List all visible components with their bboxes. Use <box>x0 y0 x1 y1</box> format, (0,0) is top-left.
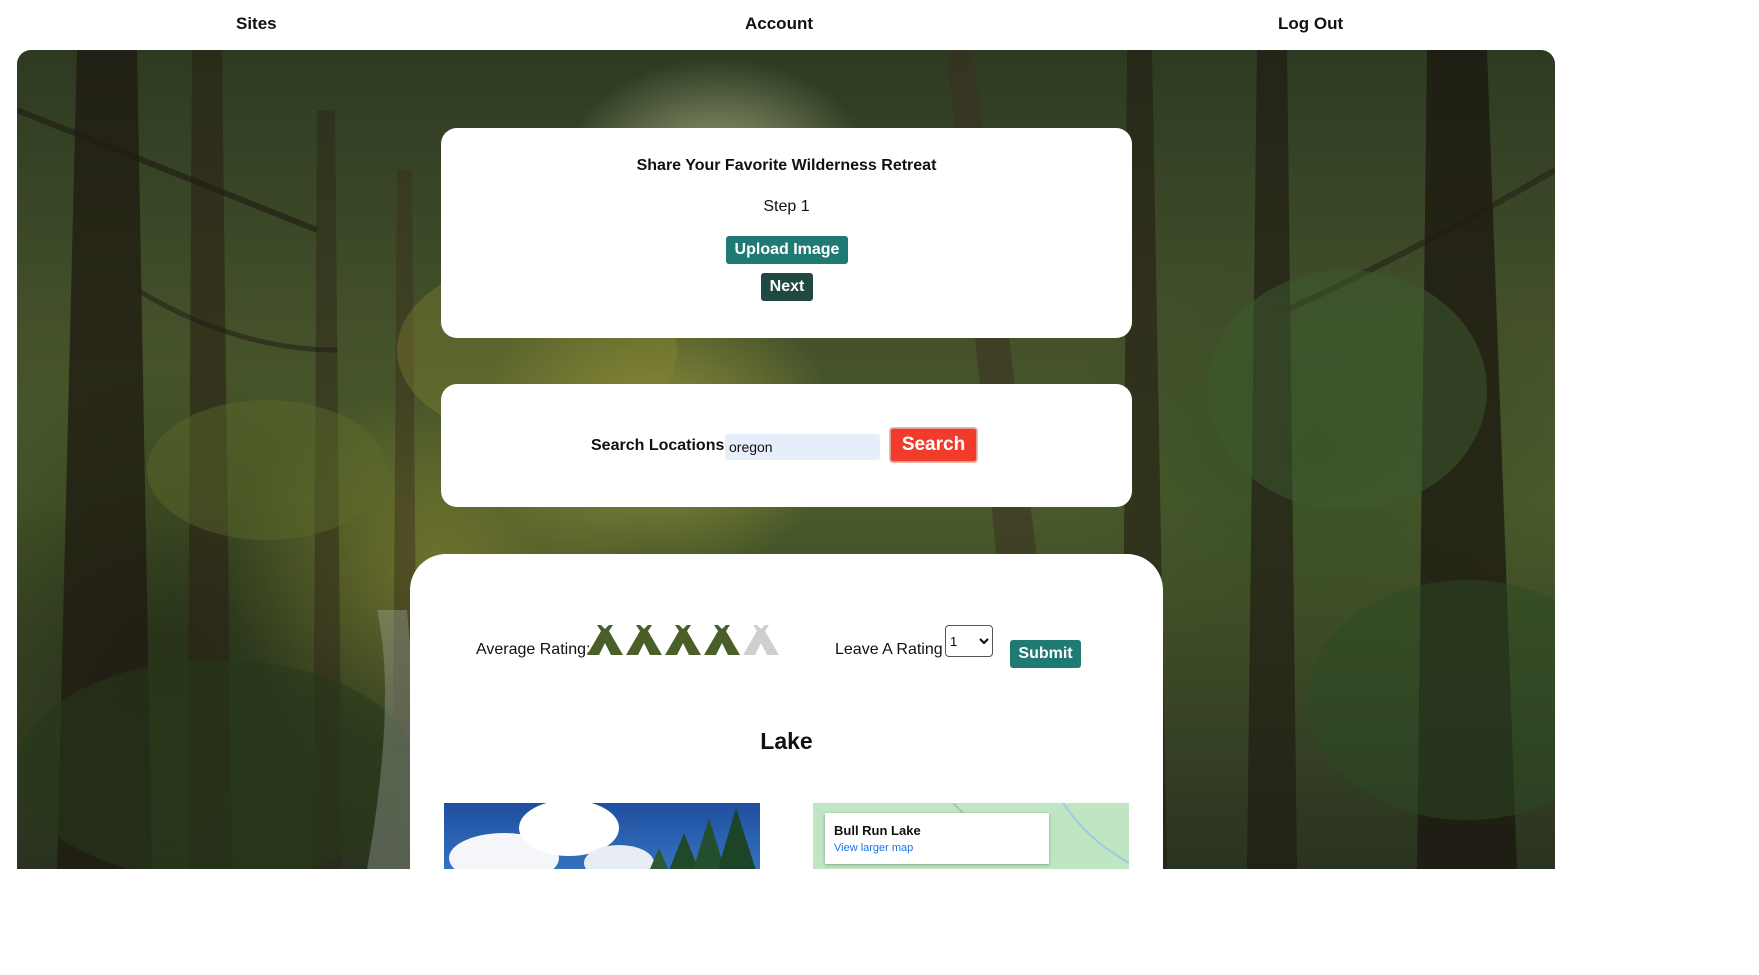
share-card-title: Share Your Favorite Wilderness Retreat <box>636 157 937 174</box>
map-info-box: Bull Run Lake View larger map <box>825 813 1049 864</box>
step-label: Step 1 <box>763 198 810 215</box>
tent-icon <box>704 625 740 655</box>
nav-logout-link[interactable]: Log Out <box>1278 14 1343 34</box>
site-detail-card: Average Rating: Leave A Rating 1 Submit … <box>410 554 1163 884</box>
leave-rating-label: Leave A Rating <box>835 641 943 658</box>
tent-icon <box>587 625 623 655</box>
nav-account-link[interactable]: Account <box>745 14 813 34</box>
search-input[interactable] <box>725 434 880 460</box>
search-card: Search Locations Search <box>441 384 1132 507</box>
share-retreat-card: Share Your Favorite Wilderness Retreat S… <box>441 128 1132 338</box>
nav-sites-link[interactable]: Sites <box>236 14 277 34</box>
upload-image-button[interactable]: Upload Image <box>726 236 848 264</box>
next-button[interactable]: Next <box>761 273 813 301</box>
page: Sites Account Log Out Share Your Favorit… <box>0 0 1759 975</box>
page-bottom-edge <box>0 869 1759 975</box>
site-name-heading: Lake <box>760 728 813 754</box>
rating-select[interactable]: 1 <box>945 625 993 657</box>
submit-rating-button[interactable]: Submit <box>1010 640 1081 668</box>
top-nav: Sites Account Log Out <box>0 0 1759 50</box>
map-place-title: Bull Run Lake <box>834 823 921 838</box>
search-locations-label: Search Locations <box>591 437 725 454</box>
tent-icon <box>665 625 701 655</box>
tent-icon <box>743 625 779 655</box>
view-larger-map-link[interactable]: View larger map <box>834 842 913 854</box>
search-button[interactable]: Search <box>890 428 977 462</box>
average-rating-label: Average Rating: <box>476 641 591 658</box>
tent-icon <box>626 625 662 655</box>
average-rating-tents <box>587 625 779 655</box>
